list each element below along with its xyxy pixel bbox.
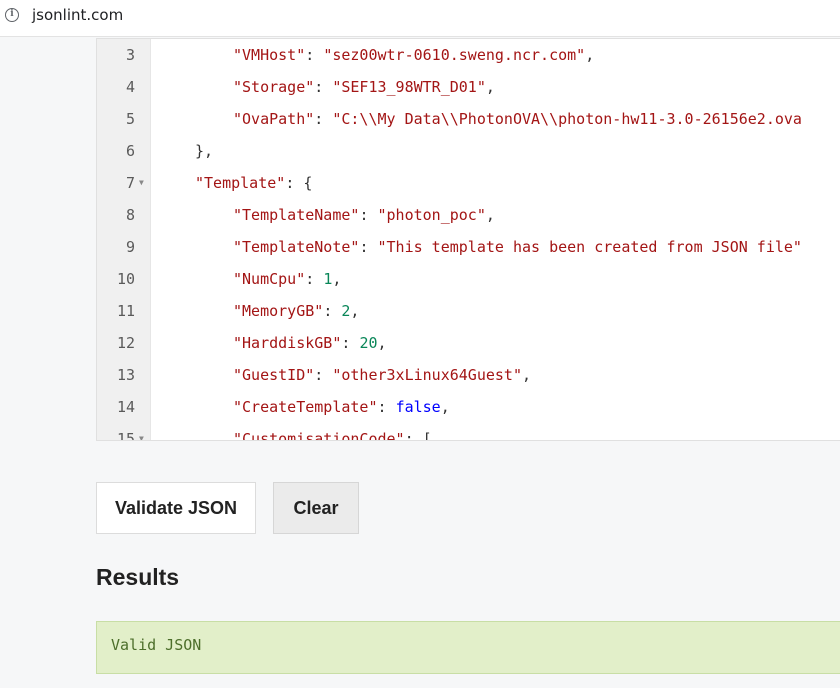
line-number: 3	[125, 46, 135, 64]
json-key: "Storage"	[233, 78, 315, 96]
clear-button[interactable]: Clear	[273, 482, 359, 534]
json-separator: :	[359, 206, 378, 224]
code-line[interactable]: 11 "MemoryGB": 2,	[97, 295, 840, 327]
line-number: 13	[116, 366, 135, 384]
line-number: 4	[125, 78, 135, 96]
json-punctuation: ,	[377, 334, 387, 352]
code-text: "VMHost": "sez00wtr-0610.sweng.ncr.com",	[233, 39, 594, 71]
code-text: },	[195, 135, 213, 167]
json-punctuation: ,	[485, 78, 495, 96]
json-value: 1	[323, 270, 333, 288]
json-separator: :	[404, 430, 423, 441]
code-line[interactable]: 6},	[97, 135, 840, 167]
json-key: "NumCpu"	[233, 270, 306, 288]
code-text: "GuestID": "other3xLinux64Guest",	[233, 359, 531, 391]
json-punctuation: ,	[350, 302, 360, 320]
code-line[interactable]: 7 ▼ "Template": {	[97, 167, 840, 199]
json-value: "This template has been created from JSO…	[377, 238, 802, 256]
line-number: 15	[116, 430, 135, 441]
json-separator: :	[305, 46, 324, 64]
json-value: "sez00wtr-0610.sweng.ncr.com"	[323, 46, 586, 64]
line-number: 10	[116, 270, 135, 288]
json-value: false	[395, 398, 441, 416]
line-number: 5	[125, 110, 135, 128]
code-line[interactable]: 3 "VMHost": "sez00wtr-0610.sweng.ncr.com"…	[97, 39, 840, 71]
json-key: "VMHost"	[233, 46, 306, 64]
json-value: 20	[359, 334, 378, 352]
code-text: "Template": {	[195, 167, 312, 199]
json-key: "CreateTemplate"	[233, 398, 378, 416]
json-punctuation: {	[303, 174, 313, 192]
fold-toggle-icon[interactable]: ▼	[139, 423, 144, 440]
code-text: "CreateTemplate": false,	[233, 391, 450, 423]
fold-toggle-icon[interactable]: ▼	[139, 167, 144, 199]
code-line[interactable]: 13 "GuestID": "other3xLinux64Guest",	[97, 359, 840, 391]
json-key: "Template"	[195, 174, 286, 192]
line-number: 8	[125, 206, 135, 224]
json-separator: :	[323, 302, 342, 320]
json-separator: :	[341, 334, 360, 352]
code-line[interactable]: 14 "CreateTemplate": false,	[97, 391, 840, 423]
code-text: "MemoryGB": 2,	[233, 295, 359, 327]
code-line[interactable]: 12 "HarddiskGB": 20,	[97, 327, 840, 359]
json-separator: :	[305, 270, 324, 288]
line-number: 7	[125, 174, 135, 192]
address-bar[interactable]: i jsonlint.com	[0, 0, 840, 37]
json-separator: :	[377, 398, 396, 416]
result-panel: Valid JSON	[96, 621, 840, 674]
code-line[interactable]: 5 "OvaPath": "C:\\My Data\\PhotonOVA\\pho…	[97, 103, 840, 135]
json-separator: :	[314, 366, 333, 384]
json-key: "CustomisationCode"	[233, 430, 405, 441]
code-text: "CustomisationCode": [	[233, 423, 432, 441]
json-punctuation: [	[422, 430, 432, 441]
json-key: "HarddiskGB"	[233, 334, 342, 352]
json-separator: :	[359, 238, 378, 256]
code-text: "TemplateName": "photon_poc",	[233, 199, 495, 231]
json-separator: :	[314, 110, 333, 128]
json-key: "OvaPath"	[233, 110, 315, 128]
code-text: "HarddiskGB": 20,	[233, 327, 387, 359]
info-icon[interactable]: i	[5, 8, 19, 22]
json-punctuation: ,	[440, 398, 450, 416]
json-key: "MemoryGB"	[233, 302, 324, 320]
json-value: "other3xLinux64Guest"	[332, 366, 522, 384]
url-text[interactable]: jsonlint.com	[32, 6, 123, 24]
json-punctuation: ,	[485, 206, 495, 224]
json-key: "GuestID"	[233, 366, 315, 384]
json-separator: :	[285, 174, 304, 192]
result-message: Valid JSON	[111, 636, 202, 654]
json-punctuation: },	[195, 142, 214, 160]
json-editor[interactable]: 3 "VMHost": "sez00wtr-0610.sweng.ncr.com"…	[96, 38, 840, 441]
code-line[interactable]: 9 "TemplateNote": "This template has been…	[97, 231, 840, 263]
json-punctuation: ,	[332, 270, 342, 288]
json-key: "TemplateNote"	[233, 238, 360, 256]
results-heading: Results	[96, 564, 180, 590]
code-text: "TemplateNote": "This template has been …	[233, 231, 802, 263]
validate-json-button[interactable]: Validate JSON	[96, 482, 256, 534]
json-key: "TemplateName"	[233, 206, 360, 224]
code-line[interactable]: 8 "TemplateName": "photon_poc",	[97, 199, 840, 231]
line-number: 6	[125, 142, 135, 160]
json-value: "SEF13_98WTR_D01"	[332, 78, 486, 96]
code-line[interactable]: 10 "NumCpu": 1,	[97, 263, 840, 295]
code-text: "OvaPath": "C:\\My Data\\PhotonOVA\\phot…	[233, 103, 802, 135]
line-number: 14	[116, 398, 135, 416]
json-value: "C:\\My Data\\PhotonOVA\\photon-hw11-3.0…	[332, 110, 802, 128]
code-text: "Storage": "SEF13_98WTR_D01",	[233, 71, 495, 103]
json-separator: :	[314, 78, 333, 96]
json-punctuation: ,	[522, 366, 532, 384]
line-number: 11	[116, 302, 135, 320]
json-punctuation: ,	[585, 46, 595, 64]
line-number: 12	[116, 334, 135, 352]
line-number: 9	[125, 238, 135, 256]
code-line[interactable]: 15 ▼ "CustomisationCode": [	[97, 423, 840, 441]
code-text: "NumCpu": 1,	[233, 263, 341, 295]
code-line[interactable]: 4 "Storage": "SEF13_98WTR_D01",	[97, 71, 840, 103]
json-value: "photon_poc"	[377, 206, 486, 224]
